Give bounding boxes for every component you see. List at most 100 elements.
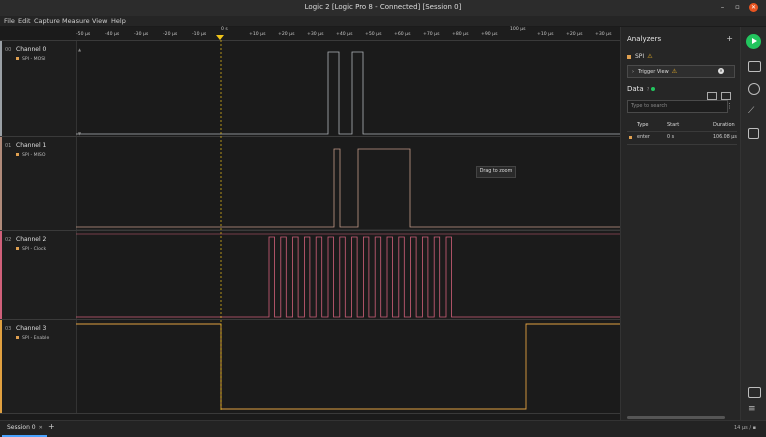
- channel-color-bar: [0, 320, 2, 413]
- chevron-right-icon: ›: [632, 69, 634, 75]
- minimize-button[interactable]: –: [718, 3, 727, 12]
- menu-measure[interactable]: Measure: [62, 17, 90, 25]
- window-title: Logic 2 [Logic Pro 8 - Connected] [Sessi…: [304, 3, 462, 11]
- title-bar: Logic 2 [Logic Pro 8 - Connected] [Sessi…: [0, 0, 766, 16]
- ruler-tick: -30 µs: [134, 32, 149, 37]
- measure-icon[interactable]: ⟋: [748, 106, 759, 116]
- ruler-tick: -50 µs: [76, 32, 91, 37]
- ruler-tick: +90 µs: [481, 32, 498, 37]
- status-dot-icon: [651, 87, 656, 91]
- add-analyzer-button[interactable]: +: [726, 34, 733, 43]
- table-icon[interactable]: [707, 92, 717, 100]
- help-icon[interactable]: ?: [647, 87, 650, 93]
- channel-label[interactable]: 03 Channel 3 SPI - Enable: [0, 320, 77, 413]
- waveform-area[interactable]: 00 Channel 0 SPI - MOSI ▲ ▼ 01 Channel 1…: [0, 40, 620, 414]
- col-start[interactable]: Start: [667, 122, 679, 128]
- table-row[interactable]: enter 0 s 106.08 µs: [627, 132, 737, 145]
- terminal-icon[interactable]: [721, 92, 731, 100]
- menu-icon[interactable]: ≡: [748, 405, 759, 414]
- menu-bar: File Edit Capture Measure View Help: [0, 16, 766, 26]
- analyzer-swatch-icon: [627, 54, 631, 59]
- waveform-channel-2: [76, 233, 620, 318]
- channel-name[interactable]: Channel 0: [16, 46, 46, 53]
- add-session-button[interactable]: +: [48, 422, 55, 431]
- ruler-tick: +80 µs: [452, 32, 469, 37]
- ruler-tick: +30 µs: [307, 32, 324, 37]
- ruler-tick: +50 µs: [365, 32, 382, 37]
- channel-label[interactable]: 02 Channel 2 SPI - Clock: [0, 231, 77, 320]
- ruler-tick: +10 µs: [537, 32, 554, 37]
- svg-text:▲: ▲: [78, 47, 82, 52]
- close-tab-icon[interactable]: ✕: [39, 425, 43, 431]
- channel-name[interactable]: Channel 1: [16, 142, 46, 149]
- channel-color-bar: [0, 41, 2, 137]
- more-options-icon[interactable]: ⋮: [726, 102, 733, 110]
- channel-number: 03: [5, 326, 12, 332]
- ruler-tick: +30 µs: [595, 32, 612, 37]
- analyzers-title: Analyzers: [627, 35, 662, 43]
- cell-start: 0 s: [667, 135, 675, 140]
- ruler-tick: +70 µs: [423, 32, 440, 37]
- menu-file[interactable]: File: [4, 17, 15, 25]
- data-table: Type Start Duration enter 0 s 106.08 µs: [627, 119, 737, 145]
- ruler-tick: -40 µs: [105, 32, 120, 37]
- trigger-line: [220, 40, 222, 412]
- channel-lane-3[interactable]: 03 Channel 3 SPI - Enable: [0, 319, 620, 414]
- col-type[interactable]: Type: [637, 122, 648, 128]
- channel-label[interactable]: 00 Channel 0 SPI - MOSI: [0, 41, 77, 137]
- right-sidebar: ⟋ ≡: [740, 27, 766, 420]
- channel-number: 01: [5, 143, 12, 149]
- waveform-channel-3: [76, 323, 620, 410]
- analyzer-item-spi[interactable]: SPI ⚠: [627, 53, 653, 60]
- channel-lane-2[interactable]: 02 Channel 2 SPI - Clock: [0, 230, 620, 320]
- analyzer-swatch-icon: [16, 57, 19, 60]
- menu-edit[interactable]: Edit: [18, 17, 31, 25]
- data-section: Data?: [627, 85, 656, 93]
- ruler-tick: +20 µs: [566, 32, 583, 37]
- ruler-tick: +40 µs: [336, 32, 353, 37]
- session-tab[interactable]: Session 0 ✕: [2, 421, 47, 437]
- channel-analyzer: SPI - MOSI: [16, 57, 45, 62]
- waveform-channel-1: [76, 148, 620, 231]
- channel-number: 00: [5, 47, 12, 53]
- close-button[interactable]: ✕: [749, 3, 758, 12]
- ruler-tick: +60 µs: [394, 32, 411, 37]
- channel-label[interactable]: 01 Channel 1 SPI - MISO: [0, 137, 77, 231]
- maximize-button[interactable]: ▫: [733, 3, 742, 12]
- panel-scrollbar[interactable]: [627, 416, 725, 419]
- analyzer-swatch-icon: [16, 336, 19, 339]
- menu-capture[interactable]: Capture: [34, 17, 60, 25]
- time-ruler[interactable]: -50 µs -40 µs -30 µs -20 µs -10 µs 0 s +…: [76, 27, 620, 41]
- table-header: Type Start Duration: [627, 119, 737, 132]
- channel-color-bar: [0, 231, 2, 320]
- menu-help[interactable]: Help: [111, 17, 126, 25]
- zoom-level: 14 µs / ▪: [734, 425, 756, 431]
- waveform-channel-0: ▲ ▼: [76, 47, 620, 136]
- channel-lane-0[interactable]: 00 Channel 0 SPI - MOSI ▲ ▼: [0, 40, 620, 137]
- ruler-major-label: 100 µs: [510, 27, 526, 32]
- menu-view[interactable]: View: [92, 17, 107, 25]
- analyzers-icon[interactable]: [748, 83, 760, 95]
- ruler-tick: +10 µs: [249, 32, 266, 37]
- channel-lane-1[interactable]: 01 Channel 1 SPI - MISO: [0, 136, 620, 231]
- ruler-zero-label: 0 s: [221, 27, 228, 32]
- channel-name[interactable]: Channel 3: [16, 325, 46, 332]
- device-icon[interactable]: [748, 61, 761, 72]
- warning-icon: ⚠: [671, 68, 678, 75]
- extensions-icon[interactable]: [748, 128, 759, 139]
- col-duration[interactable]: Duration: [713, 122, 735, 128]
- channel-analyzer: SPI - MISO: [16, 153, 45, 158]
- trigger-view-button[interactable]: › Trigger View ⚠ ✕: [627, 65, 735, 78]
- channel-name[interactable]: Channel 2: [16, 236, 46, 243]
- channel-analyzer: SPI - Enable: [16, 336, 49, 341]
- start-capture-button[interactable]: [746, 34, 761, 49]
- data-search-input[interactable]: Type to search: [627, 100, 728, 113]
- status-bar: Session 0 ✕ + 14 µs / ▪: [0, 420, 766, 437]
- analyzer-swatch-icon: [16, 153, 19, 156]
- cell-type: enter: [637, 135, 650, 140]
- close-icon[interactable]: ✕: [718, 68, 724, 74]
- ruler-tick: -20 µs: [163, 32, 178, 37]
- chat-icon[interactable]: [748, 387, 761, 398]
- analyzer-swatch-icon: [16, 247, 19, 250]
- cell-duration: 106.08 µs: [713, 135, 737, 140]
